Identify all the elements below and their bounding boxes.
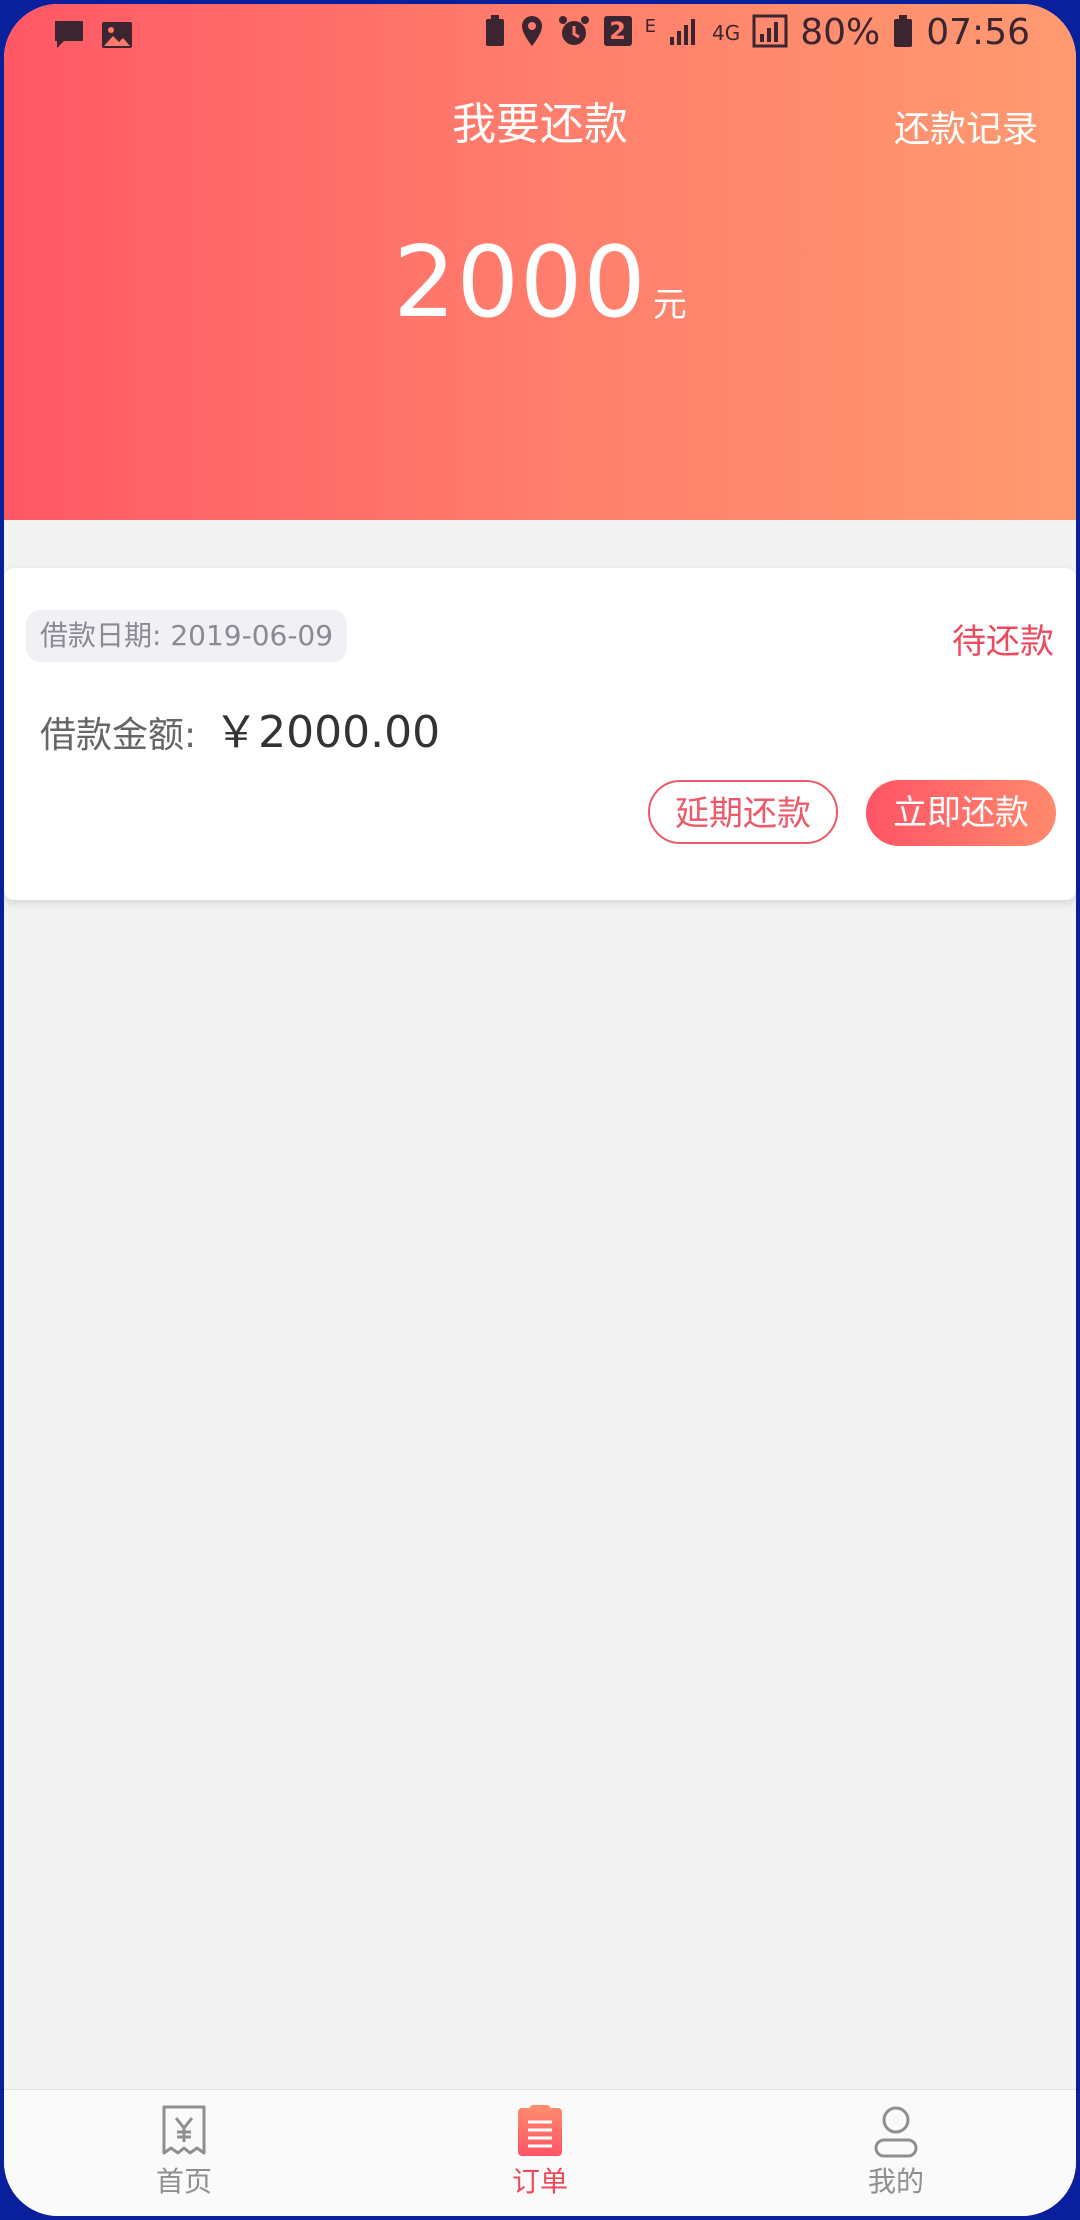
loan-card: 借款日期: 2019-06-09 待还款 借款金额: ￥2000.00 延期还款 … [4,568,1076,900]
location-icon [519,14,545,52]
total-amount: 2000 元 [4,226,1076,340]
signal-box-icon [752,14,788,52]
repay-now-button[interactable]: 立即还款 [866,780,1056,846]
network-label: 4G [712,20,741,45]
receipt-yen-icon [162,2105,206,2155]
alarm-icon [557,14,591,52]
status-right: 2 E 4G 80% 07:56 [483,12,1030,53]
defer-repayment-button[interactable]: 延期还款 [648,780,838,844]
status-badge: 待还款 [952,622,1054,662]
user-icon [874,2106,918,2158]
notification-badge-icon: 2 [603,15,633,51]
bottom-nav: 首页 订单 我的 [4,2089,1076,2216]
app-frame: 2 E 4G 80% 07:56 我要还款 还款记录 2000 元 借款日期: … [4,4,1076,2216]
loan-amount-value: ￥2000.00 [214,707,441,758]
image-icon [100,18,134,56]
signal-icon [668,15,700,51]
edge-label: E [644,16,656,37]
nav-orders[interactable]: 订单 [440,2104,640,2200]
loan-amount-label: 借款金额: [40,715,197,756]
badge-number: 2 [609,16,626,45]
order-list-icon [518,2105,562,2156]
amount-value: 2000 [393,226,647,340]
battery-icon [892,14,914,52]
battery-percent: 80% [800,12,881,53]
loan-amount-row: 借款金额: ￥2000.00 [40,696,440,760]
status-left [52,18,134,56]
nav-home[interactable]: 首页 [84,2104,284,2200]
repayment-record-link[interactable]: 还款记录 [894,100,1038,152]
nav-profile-label: 我的 [867,2165,924,2198]
status-bar: 2 E 4G 80% 07:56 [4,4,1076,66]
nav-profile[interactable]: 我的 [796,2104,996,2200]
nav-orders-label: 订单 [511,2165,568,2198]
recycle-battery-icon [483,14,507,52]
loan-date: 借款日期: 2019-06-09 [26,610,348,662]
amount-unit: 元 [652,285,687,325]
message-icon [52,18,86,56]
clock: 07:56 [926,12,1030,53]
nav-home-label: 首页 [155,2165,212,2198]
header: 2 E 4G 80% 07:56 我要还款 还款记录 2000 元 [4,4,1076,520]
